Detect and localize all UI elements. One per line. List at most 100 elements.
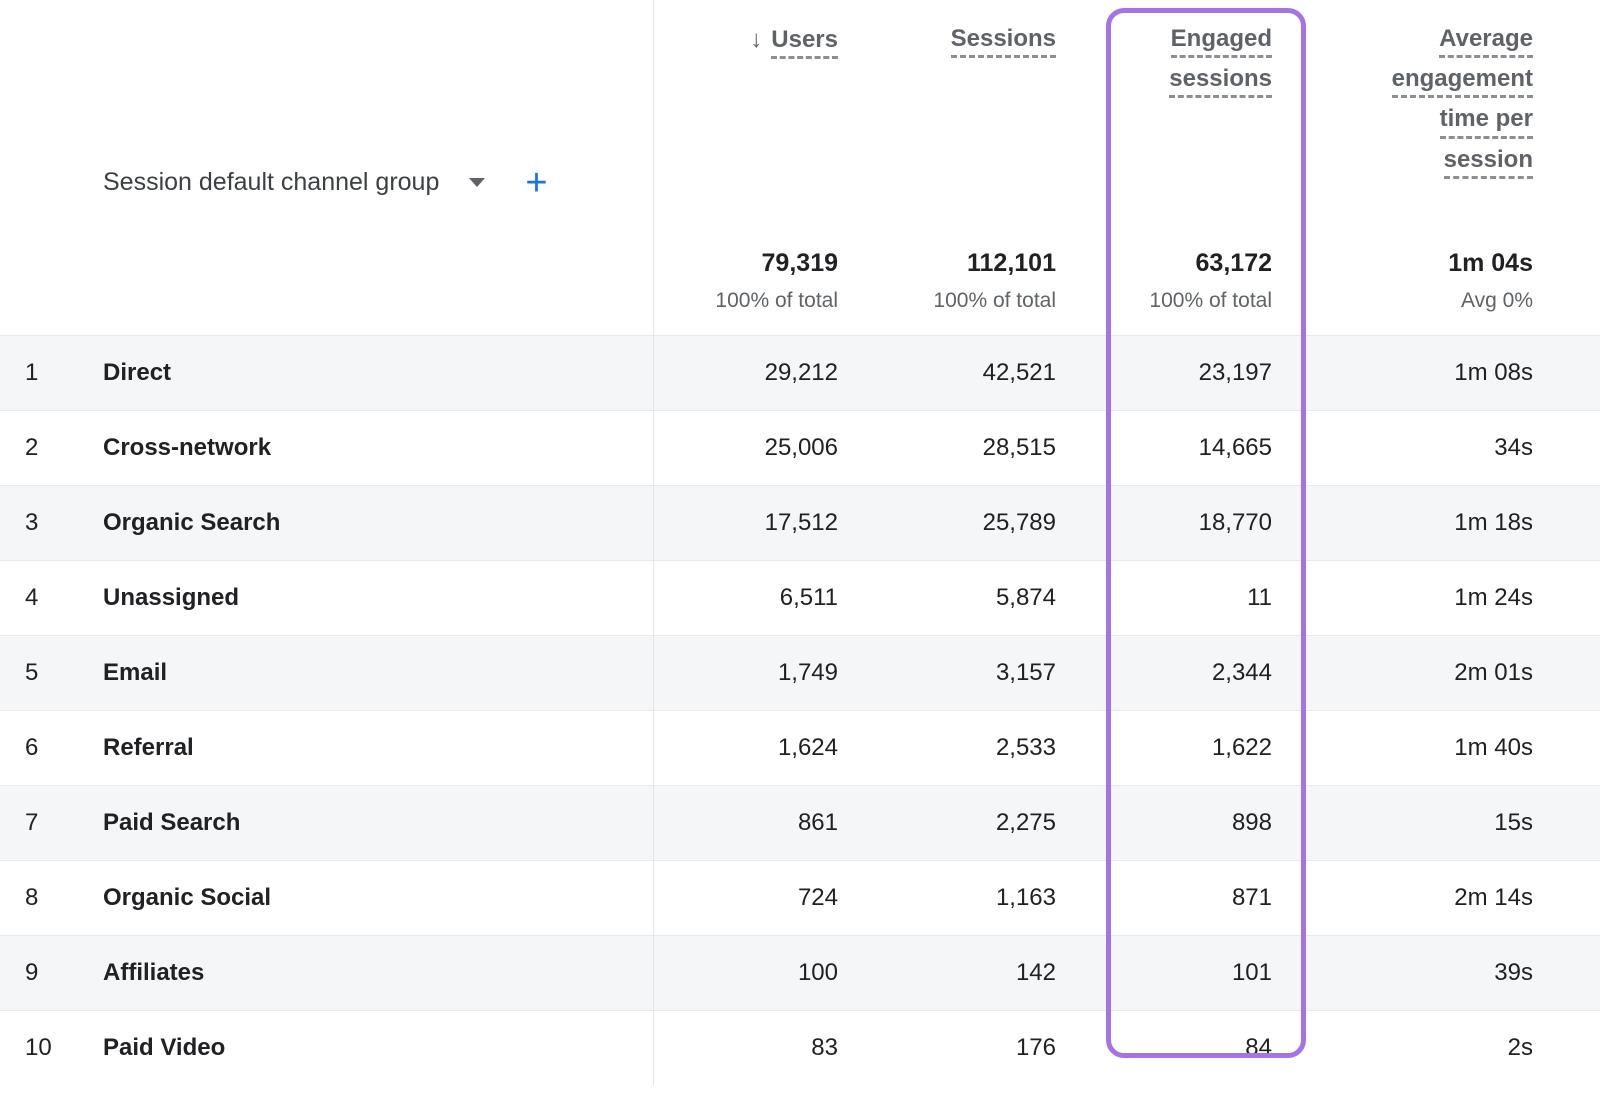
- sessions-value: 28,515: [838, 434, 1056, 462]
- table-row: 2 Cross-network 25,006 28,515 14,665 34s: [0, 410, 1600, 485]
- engaged-sessions-value: 11: [1056, 584, 1272, 612]
- channel-name: Affiliates: [103, 959, 204, 987]
- row-number: 3: [25, 509, 103, 537]
- row-number: 2: [25, 434, 103, 462]
- row-number: 6: [25, 734, 103, 762]
- engaged-sessions-value: 871: [1056, 884, 1272, 912]
- channel-name: Referral: [103, 734, 194, 762]
- engaged-sessions-total-subtext: 100% of total: [1149, 289, 1272, 313]
- sessions-total-value: 112,101: [933, 249, 1056, 278]
- dimension-header-cell: Session default channel group +: [0, 0, 653, 335]
- engaged-sessions-header-label-line1: Engaged: [1171, 26, 1272, 58]
- avg-engagement-total: 1m 04s Avg 0%: [1448, 249, 1533, 313]
- avg-engagement-value: 1m 40s: [1272, 734, 1533, 762]
- table-row: 4 Unassigned 6,511 5,874 11 1m 24s: [0, 560, 1600, 635]
- sessions-value: 25,789: [838, 509, 1056, 537]
- channel-name: Cross-network: [103, 434, 271, 462]
- avg-engagement-total-subtext: Avg 0%: [1448, 289, 1533, 313]
- channel-name: Paid Video: [103, 1034, 225, 1062]
- table-row: 8 Organic Social 724 1,163 871 2m 14s: [0, 860, 1600, 935]
- users-value: 29,212: [653, 359, 838, 387]
- analytics-channel-table: Session default channel group + ↓ Users 7…: [0, 0, 1600, 1110]
- column-header-engaged-sessions[interactable]: Engaged sessions 63,172 100% of total: [1056, 0, 1272, 335]
- engaged-sessions-value: 2,344: [1056, 659, 1272, 687]
- sessions-value: 176: [838, 1034, 1056, 1062]
- column-header-avg-engagement-time[interactable]: Average engagement time per session 1m 0…: [1272, 0, 1533, 335]
- avg-engagement-value: 1m 08s: [1272, 359, 1533, 387]
- engaged-sessions-value: 101: [1056, 959, 1272, 987]
- table-row: 10 Paid Video 83 176 84 2s: [0, 1010, 1600, 1085]
- sessions-value: 2,275: [838, 809, 1056, 837]
- sessions-value: 42,521: [838, 359, 1056, 387]
- row-number: 9: [25, 959, 103, 987]
- row-number: 5: [25, 659, 103, 687]
- users-total: 79,319 100% of total: [715, 249, 838, 313]
- users-total-subtext: 100% of total: [715, 289, 838, 313]
- sessions-total: 112,101 100% of total: [933, 249, 1056, 313]
- column-header-users[interactable]: ↓ Users 79,319 100% of total: [653, 0, 838, 335]
- users-value: 861: [653, 809, 838, 837]
- avg-engagement-value: 2m 14s: [1272, 884, 1533, 912]
- avg-engagement-value: 2s: [1272, 1034, 1533, 1062]
- users-value: 6,511: [653, 584, 838, 612]
- sort-descending-icon: ↓: [750, 26, 762, 54]
- sessions-value: 1,163: [838, 884, 1056, 912]
- channel-name: Paid Search: [103, 809, 240, 837]
- sessions-value: 2,533: [838, 734, 1056, 762]
- table-header: Session default channel group + ↓ Users 7…: [0, 0, 1600, 335]
- avg-engagement-value: 39s: [1272, 959, 1533, 987]
- engaged-sessions-total: 63,172 100% of total: [1149, 249, 1272, 313]
- users-value: 1,624: [653, 734, 838, 762]
- avg-engagement-header-label-line4: session: [1444, 147, 1533, 179]
- engaged-sessions-value: 23,197: [1056, 359, 1272, 387]
- engaged-sessions-value: 14,665: [1056, 434, 1272, 462]
- engaged-sessions-value: 1,622: [1056, 734, 1272, 762]
- add-dimension-button[interactable]: +: [525, 164, 547, 202]
- row-number: 10: [25, 1034, 103, 1062]
- avg-engagement-value: 34s: [1272, 434, 1533, 462]
- channel-name: Unassigned: [103, 584, 239, 612]
- table-row: 6 Referral 1,624 2,533 1,622 1m 40s: [0, 710, 1600, 785]
- channel-name: Organic Social: [103, 884, 271, 912]
- sessions-value: 5,874: [838, 584, 1056, 612]
- engaged-sessions-value: 84: [1056, 1034, 1272, 1062]
- row-number: 4: [25, 584, 103, 612]
- users-value: 17,512: [653, 509, 838, 537]
- users-header-label: Users: [771, 27, 838, 59]
- sessions-total-subtext: 100% of total: [933, 289, 1056, 313]
- sessions-value: 3,157: [838, 659, 1056, 687]
- row-number: 1: [25, 359, 103, 387]
- table-row: 5 Email 1,749 3,157 2,344 2m 01s: [0, 635, 1600, 710]
- users-value: 100: [653, 959, 838, 987]
- engaged-sessions-value: 18,770: [1056, 509, 1272, 537]
- users-value: 1,749: [653, 659, 838, 687]
- avg-engagement-value: 1m 24s: [1272, 584, 1533, 612]
- avg-engagement-header-label-line3: time per: [1440, 106, 1533, 138]
- engaged-sessions-value: 898: [1056, 809, 1272, 837]
- engaged-sessions-total-value: 63,172: [1149, 249, 1272, 278]
- channel-name: Organic Search: [103, 509, 280, 537]
- avg-engagement-header-label-line1: Average: [1439, 26, 1533, 58]
- users-value: 724: [653, 884, 838, 912]
- row-number: 8: [25, 884, 103, 912]
- channel-name: Email: [103, 659, 167, 687]
- users-total-value: 79,319: [715, 249, 838, 278]
- avg-engagement-header-label-line2: engagement: [1392, 66, 1533, 98]
- row-number: 7: [25, 809, 103, 837]
- channel-name: Direct: [103, 359, 171, 387]
- chevron-down-icon[interactable]: [469, 178, 485, 187]
- sessions-value: 142: [838, 959, 1056, 987]
- column-divider: [653, 0, 654, 1085]
- column-header-sessions[interactable]: Sessions 112,101 100% of total: [838, 0, 1056, 335]
- users-value: 83: [653, 1034, 838, 1062]
- avg-engagement-value: 2m 01s: [1272, 659, 1533, 687]
- avg-engagement-value: 15s: [1272, 809, 1533, 837]
- table-row: 9 Affiliates 100 142 101 39s: [0, 935, 1600, 1010]
- avg-engagement-value: 1m 18s: [1272, 509, 1533, 537]
- table-row: 7 Paid Search 861 2,275 898 15s: [0, 785, 1600, 860]
- table-row: 3 Organic Search 17,512 25,789 18,770 1m…: [0, 485, 1600, 560]
- users-value: 25,006: [653, 434, 838, 462]
- table-row: 1 Direct 29,212 42,521 23,197 1m 08s: [0, 335, 1600, 410]
- dimension-selector-dropdown[interactable]: Session default channel group: [103, 168, 439, 197]
- avg-engagement-total-value: 1m 04s: [1448, 249, 1533, 278]
